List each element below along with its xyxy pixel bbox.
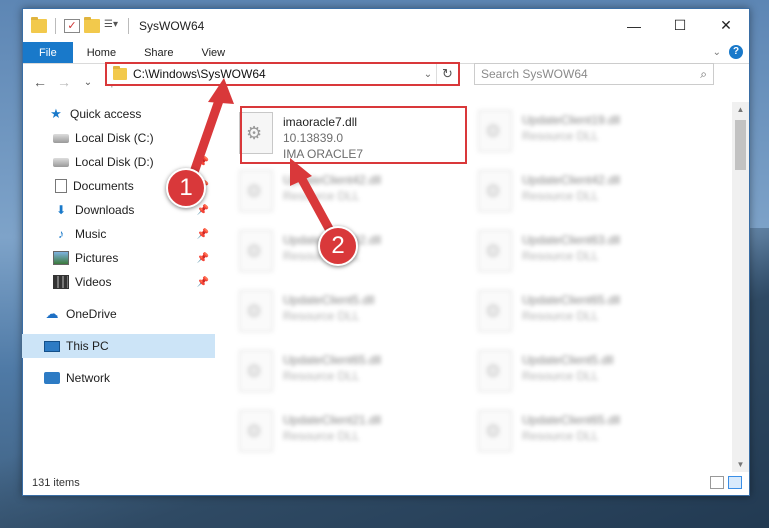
step-2-badge: 2	[318, 226, 358, 266]
step-1-badge: 1	[166, 168, 206, 208]
arrow-1-head	[208, 78, 234, 104]
arrow-1-shaft	[187, 90, 227, 180]
arrow-2-shaft	[294, 169, 337, 239]
annotation-arrows	[187, 78, 337, 239]
